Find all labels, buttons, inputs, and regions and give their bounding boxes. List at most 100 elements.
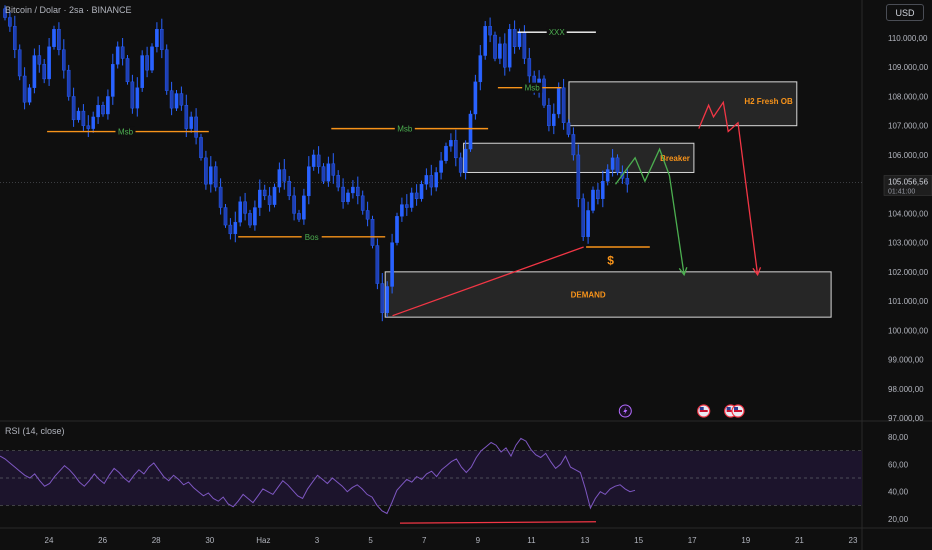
- candle-body: [32, 55, 37, 88]
- candle-body: [395, 216, 399, 243]
- candle-body: [120, 46, 125, 59]
- candle-body: [86, 125, 91, 129]
- candle-body: [106, 96, 110, 115]
- flag-icon-canton: [699, 407, 704, 410]
- candle-body: [218, 186, 223, 208]
- candle-body: [91, 116, 95, 129]
- candle-body: [380, 283, 385, 313]
- price-chart[interactable]: MsbBosMsbMsbXXXH2 Fresh OBBreakerDEMAND$…: [0, 0, 932, 550]
- candle-body: [164, 49, 169, 91]
- time-tick-label: 23: [849, 536, 858, 545]
- candle-body: [174, 93, 179, 109]
- candle-body: [326, 163, 331, 182]
- time-tick-label: 21: [795, 536, 804, 545]
- time-tick-label: 11: [527, 536, 536, 545]
- level-label-1: Bos: [305, 233, 319, 242]
- candle-body: [8, 17, 12, 27]
- time-tick-label: 5: [368, 536, 373, 545]
- candle-body: [277, 169, 282, 188]
- candle-body: [57, 29, 61, 50]
- candle-body: [581, 198, 585, 237]
- candle-body: [586, 210, 590, 237]
- last-price-label: 105.056,56: [888, 178, 929, 187]
- candle-body: [561, 87, 566, 123]
- candle-body: [409, 192, 414, 208]
- candle-body: [145, 55, 149, 71]
- candle-body: [159, 29, 164, 50]
- candle-body: [566, 122, 571, 135]
- candle-body: [184, 105, 189, 129]
- candle-body: [360, 195, 365, 211]
- candle-body: [625, 178, 630, 185]
- rsi-tick-label: 60,00: [888, 460, 909, 469]
- candle-body: [414, 192, 419, 199]
- time-tick-label: 7: [422, 536, 427, 545]
- time-tick-label: 15: [634, 536, 643, 545]
- candle-body: [512, 29, 517, 47]
- candle-body: [282, 169, 287, 182]
- candle-body: [12, 26, 17, 50]
- candle-body: [591, 189, 595, 211]
- candle-body: [115, 46, 120, 65]
- candle-body: [243, 201, 247, 214]
- candle-body: [605, 169, 610, 182]
- price-tick-label: 99.000,00: [888, 356, 924, 365]
- candle-body: [527, 58, 532, 77]
- candle-body: [17, 49, 22, 77]
- candle-body: [336, 175, 341, 188]
- candle-body: [351, 186, 355, 194]
- candle-body: [503, 43, 507, 68]
- dollar-marker: $: [607, 254, 614, 268]
- candle-body: [341, 186, 345, 202]
- candle-body: [493, 34, 497, 59]
- candle-body: [552, 113, 556, 126]
- candle-body: [556, 87, 561, 115]
- time-tick-label: 13: [581, 536, 590, 545]
- candle-body: [444, 145, 448, 161]
- time-tick-label: 3: [315, 536, 320, 545]
- candle-body: [76, 110, 81, 121]
- candle-body: [483, 26, 488, 56]
- candle-body: [478, 55, 483, 83]
- flag-icon-canton: [726, 407, 731, 410]
- time-tick-label: 9: [476, 536, 481, 545]
- candle-body: [71, 96, 76, 121]
- candle-body: [233, 221, 238, 235]
- flag-icon-stripe: [734, 410, 742, 412]
- candle-body: [262, 189, 267, 197]
- candle-body: [419, 183, 424, 199]
- candle-body: [267, 195, 272, 205]
- candle-body: [223, 207, 228, 226]
- candle-body: [385, 286, 390, 313]
- flag-icon-canton: [734, 407, 738, 410]
- candle-body: [507, 29, 512, 68]
- candle-body: [370, 219, 375, 246]
- candle-body: [400, 204, 404, 217]
- candle-body: [81, 110, 86, 126]
- price-tick-label: 103.000,00: [888, 239, 929, 248]
- candle-body: [22, 75, 27, 103]
- candle-body: [311, 154, 316, 167]
- candle-body: [27, 87, 32, 103]
- candle-body: [52, 29, 56, 47]
- candle-body: [66, 69, 71, 97]
- candle-body: [424, 175, 429, 185]
- candle-body: [517, 31, 522, 47]
- price-tick-label: 106.000,00: [888, 151, 929, 160]
- price-tick-label: 102.000,00: [888, 268, 929, 277]
- currency-button[interactable]: USD: [886, 4, 924, 21]
- candle-body: [179, 93, 184, 106]
- level-label-3: Msb: [525, 84, 541, 93]
- candle-body: [542, 78, 546, 106]
- price-tick-label: 97.000,00: [888, 414, 924, 423]
- candle-body: [150, 46, 154, 71]
- candle-body: [468, 113, 473, 150]
- price-tick-label: 110.000,00: [888, 34, 928, 43]
- rsi-tick-label: 20,00: [888, 515, 909, 524]
- candle-body: [307, 166, 311, 197]
- candle-body: [169, 90, 174, 109]
- candle-body: [449, 140, 453, 147]
- candle-body: [272, 186, 277, 205]
- rsi-title: RSI (14, close): [5, 426, 65, 436]
- candle-body: [42, 64, 46, 80]
